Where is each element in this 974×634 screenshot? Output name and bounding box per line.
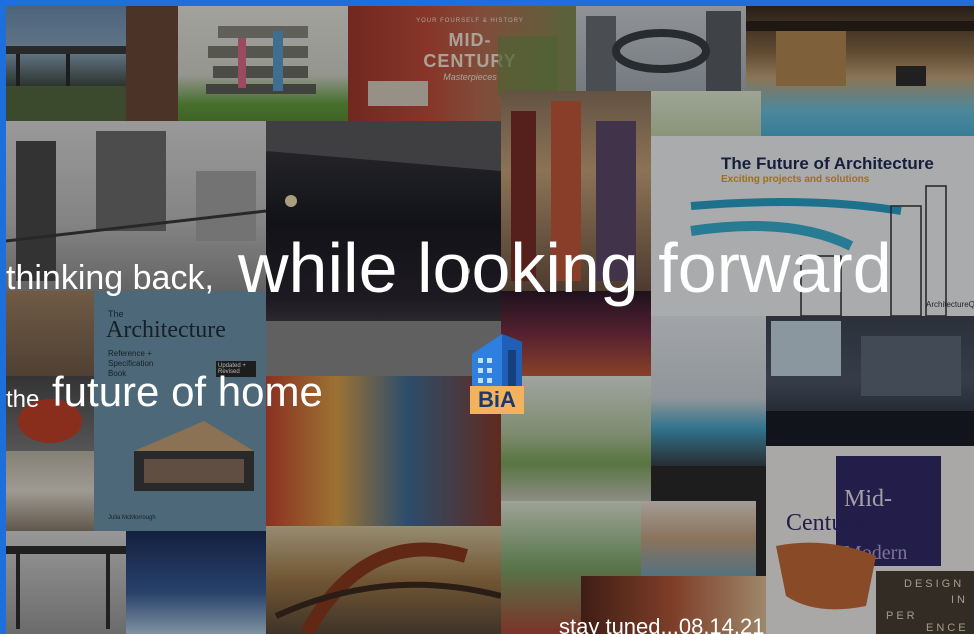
stay-tuned-text: stay tuned...08.14.21 <box>559 614 765 634</box>
bia-logo-text: BiA <box>478 387 516 412</box>
headline-the: the <box>6 386 40 413</box>
photo-collage: YOUR FOURSELF & HISTORY MID-CENTURY Mast… <box>6 6 974 634</box>
headline-thinking-back: thinking back, <box>6 259 214 297</box>
bia-logo: BiA <box>466 328 526 414</box>
dark-overlay <box>6 6 974 634</box>
headline-while-looking-forward: while looking forward <box>238 229 892 307</box>
headline-future-of-home: future of home <box>52 368 323 415</box>
